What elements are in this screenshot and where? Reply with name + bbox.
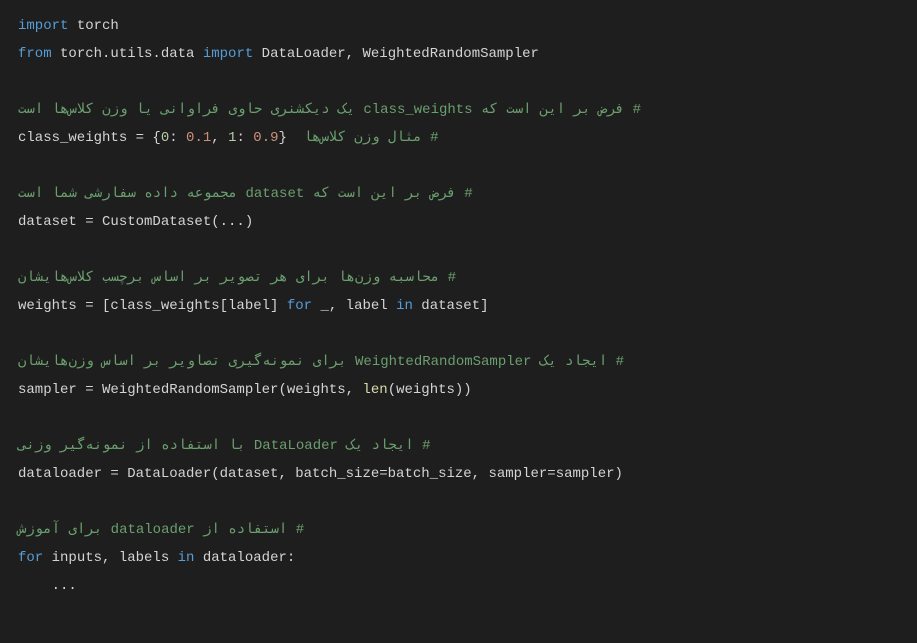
code-line[interactable]: با استفاده از نمونه‌گیر وزنی DataLoader … (18, 432, 899, 460)
code-token: len (362, 382, 387, 398)
code-line[interactable]: ... (18, 572, 899, 600)
code-token: , (211, 130, 228, 146)
code-token: برای نمونه‌گیری تصاویر بر اساس وزن‌هایشا… (18, 354, 624, 370)
code-token: from (18, 46, 52, 62)
code-token: sampler = WeightedRandomSampler(weights, (18, 382, 362, 398)
code-token: } (279, 130, 304, 146)
code-line[interactable] (18, 68, 899, 96)
code-line[interactable]: dataset = CustomDataset(...) (18, 208, 899, 236)
code-token: torch (68, 18, 118, 34)
code-editor[interactable]: import torchfrom torch.utils.data import… (18, 12, 899, 600)
code-token: با استفاده از نمونه‌گیر وزنی DataLoader … (18, 438, 431, 454)
code-line[interactable]: محاسبه وزن‌ها برای هر تصویر بر اساس برچس… (18, 264, 899, 292)
code-line[interactable] (18, 320, 899, 348)
code-token: import (18, 18, 68, 34)
code-line[interactable]: for inputs, labels in dataloader: (18, 544, 899, 572)
code-token: for (18, 550, 43, 566)
code-line[interactable]: from torch.utils.data import DataLoader,… (18, 40, 899, 68)
code-token: 0.9 (253, 130, 278, 146)
code-token: dataset = CustomDataset(...) (18, 214, 253, 230)
code-token: ... (18, 578, 77, 594)
code-token: inputs, labels (43, 550, 177, 566)
code-token: in (396, 298, 413, 314)
code-line[interactable]: dataloader = DataLoader(dataset, batch_s… (18, 460, 899, 488)
code-token: : (169, 130, 186, 146)
code-line[interactable]: برای نمونه‌گیری تصاویر بر اساس وزن‌هایشا… (18, 348, 899, 376)
code-token: مثال وزن کلاس‌ها # (304, 130, 439, 146)
code-line[interactable]: یک دیکشنری حاوی فراوانی یا وزن کلاس‌ها ا… (18, 96, 899, 124)
code-line[interactable] (18, 236, 899, 264)
code-token: import (203, 46, 253, 62)
code-line[interactable]: weights = [class_weights[label] for _, l… (18, 292, 899, 320)
code-line[interactable] (18, 488, 899, 516)
code-line[interactable]: sampler = WeightedRandomSampler(weights,… (18, 376, 899, 404)
code-token: : (236, 130, 253, 146)
code-token: برای آموزش dataloader استفاده از # (18, 522, 304, 538)
code-token: 0 (161, 130, 169, 146)
code-line[interactable] (18, 152, 899, 180)
code-token: weights = [class_weights[label] (18, 298, 287, 314)
code-token: dataloader: (194, 550, 295, 566)
code-token: in (178, 550, 195, 566)
code-token: 0.1 (186, 130, 211, 146)
code-line[interactable]: class_weights = {0: 0.1, 1: 0.9} مثال وز… (18, 124, 899, 152)
code-token: DataLoader, WeightedRandomSampler (253, 46, 539, 62)
code-line[interactable] (18, 404, 899, 432)
code-token: for (287, 298, 312, 314)
code-token: class_weights = { (18, 130, 161, 146)
code-token: dataset] (413, 298, 489, 314)
code-token: محاسبه وزن‌ها برای هر تصویر بر اساس برچس… (18, 270, 456, 286)
code-token: _, label (312, 298, 396, 314)
code-token: (weights)) (388, 382, 472, 398)
code-token: یک دیکشنری حاوی فراوانی یا وزن کلاس‌ها ا… (18, 102, 641, 118)
code-line[interactable]: import torch (18, 12, 899, 40)
code-token: dataloader = DataLoader(dataset, batch_s… (18, 466, 623, 482)
code-token: torch.utils.data (52, 46, 203, 62)
code-token: مجموعه داده سفارشی شما است dataset فرض ب… (18, 186, 473, 202)
code-line[interactable]: برای آموزش dataloader استفاده از # (18, 516, 899, 544)
code-line[interactable]: مجموعه داده سفارشی شما است dataset فرض ب… (18, 180, 899, 208)
